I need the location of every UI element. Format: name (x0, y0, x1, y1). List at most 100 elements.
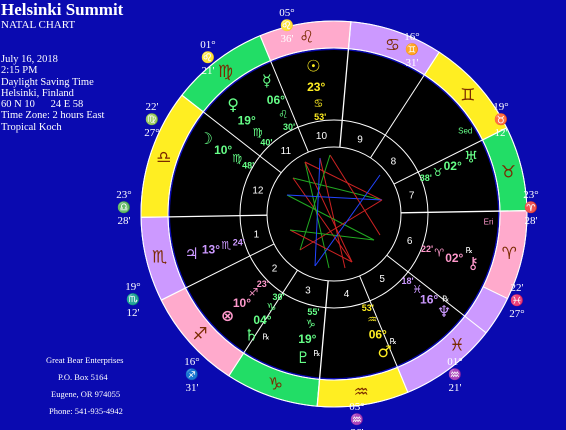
house-number: 9 (357, 134, 363, 145)
zodiac-glyph: ♒ (354, 382, 369, 402)
publisher-city: Eugene, OR 974055 (51, 389, 121, 399)
cusp-label-part: ♏ (126, 293, 140, 306)
cusp-label-part: ♐ (185, 368, 199, 381)
cusp-label-part: ♓ (510, 294, 524, 307)
cusp-label-part: 23° (116, 189, 131, 201)
planet-label: 24' (233, 237, 245, 247)
info-date: July 16, 2018 (1, 54, 58, 65)
chart-subtitle: NATAL CHART (1, 19, 76, 31)
cusp-label-part: 01° (447, 356, 462, 368)
chart-center-black (170, 50, 498, 378)
house-number: 3 (305, 286, 311, 297)
planet-label: 18' (401, 276, 413, 286)
house-number: 5 (379, 274, 385, 285)
planet-label: ☉ (306, 56, 320, 75)
house-number: 10 (316, 131, 328, 142)
planet-label: ♑ (266, 301, 276, 314)
planet-label: ♉ (433, 166, 443, 179)
zodiac-glyph: ♓ (449, 336, 464, 356)
cusp-label-part: 22' (511, 282, 524, 294)
zodiac-glyph: ♏ (152, 248, 167, 268)
cusp-label-part: 22' (146, 101, 159, 113)
planet-label: ♏ (221, 239, 231, 252)
retrograde-mark: ℞ (442, 294, 449, 303)
retrograde-mark: ℞ (390, 337, 397, 346)
cusp-label-part: 19° (493, 101, 508, 113)
planet-label: ♓ (412, 283, 422, 296)
cusp-label-part: 16° (184, 356, 199, 368)
planet-label: 23° (307, 80, 325, 94)
planet-label: 53' (362, 303, 374, 313)
info-dst: Daylight Saving Time (1, 76, 94, 88)
house-number: 11 (281, 146, 292, 157)
house-number: 12 (252, 185, 264, 196)
cusp-label-part: ♍ (145, 113, 159, 126)
chart-title: Helsinki Summit (1, 0, 124, 19)
planet-label: 02° (445, 251, 463, 265)
cusp-label-part: 19° (125, 281, 140, 293)
planet-label: ♑ (306, 318, 316, 331)
eri-label: Eri (484, 217, 494, 226)
info-house-system: Tropical Koch (1, 121, 62, 133)
zodiac-glyph: ♍ (218, 62, 233, 82)
house-number: 2 (272, 264, 278, 275)
planet-label: ♅ (464, 148, 478, 167)
zodiac-glyph: ♋ (385, 35, 400, 55)
zodiac-glyph: ♎ (156, 148, 171, 168)
zodiac-glyph: ♈ (502, 244, 517, 264)
retrograde-mark: ℞ (466, 246, 473, 255)
planet-label: 48' (242, 161, 254, 171)
house-number: 8 (391, 156, 397, 167)
info-place: Helsinki, Finland (1, 87, 74, 99)
planet-label: ♍ (232, 152, 242, 165)
cusp-label-part: 16° (404, 31, 419, 43)
planet-label: 30' (273, 292, 285, 302)
house-number: 6 (407, 236, 413, 247)
planet-label: ♇ (296, 348, 310, 367)
cusp-label-part: ♊ (405, 43, 419, 56)
planet-label: 04° (253, 313, 271, 327)
cusp-label-part: 01° (200, 39, 215, 51)
cusp-label-part: 05° (349, 401, 364, 413)
cusp-label-part: ♉ (494, 113, 508, 126)
retrograde-mark: ℞ (313, 349, 320, 358)
cusp-label-part: 21' (202, 65, 215, 77)
cusp-label-part: 36' (281, 33, 294, 45)
publisher-address: P.O. Box 5164 (58, 372, 108, 382)
cusp-label-part: ♌ (201, 51, 215, 64)
planet-label: 55' (307, 307, 319, 317)
house-number: 7 (409, 191, 415, 202)
planet-label: 23' (257, 279, 269, 289)
cusp-label-part: ♌ (280, 19, 294, 32)
cusp-label-part: ♒ (350, 413, 364, 426)
zodiac-glyph: ♌ (299, 28, 314, 48)
info-coords: 60 N 10 24 E 58 (1, 99, 84, 111)
zodiac-glyph: ♊ (460, 85, 475, 105)
cusp-label-part: ♎ (117, 201, 131, 214)
cusp-label-part: 12' (127, 307, 140, 319)
planet-label: 02° (444, 159, 462, 173)
birth-info: July 16, 2018 2:15 PM Daylight Saving Ti… (1, 54, 104, 133)
planet-label: ♈ (434, 246, 444, 259)
planet-label: ♃ (185, 244, 199, 263)
cusp-label-part: 23° (523, 189, 538, 201)
zodiac-glyph: ♑ (268, 375, 283, 395)
planet-label: 19° (298, 332, 316, 346)
zodiac-glyph: ♉ (501, 162, 516, 182)
cusp-label-part: 12' (495, 127, 508, 139)
planet-label: 38' (420, 173, 432, 183)
planet-label: ♋ (313, 97, 323, 110)
cusp-label-part: ♒ (448, 368, 462, 381)
info-timezone: Time Zone: 2 hours East (1, 110, 105, 122)
cusp-label-part: 31' (186, 382, 199, 394)
planet-label: 16° (420, 293, 438, 307)
publisher-name: Great Bear Enterprises (46, 355, 124, 365)
planet-label: ⚷ (467, 254, 479, 273)
planet-label: 30' (283, 122, 295, 132)
planet-label: ♄ (244, 326, 258, 345)
zodiac-glyph: ♐ (192, 325, 207, 345)
cusp-label-part: 21' (449, 382, 462, 394)
cusp-label-part: 05° (279, 7, 294, 19)
cusp-label-part: 27° (144, 127, 159, 139)
planet-label: ☽ (199, 129, 213, 148)
